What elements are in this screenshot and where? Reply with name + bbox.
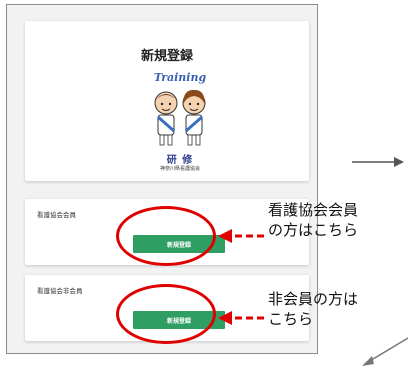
member-callout: 看護協会会員 の方はこちら bbox=[268, 200, 358, 240]
red-dashed-arrow-icon bbox=[218, 311, 264, 325]
nonmember-callout-line2: こちら bbox=[268, 310, 314, 328]
nonmember-callout: 非会員の方は こちら bbox=[268, 289, 358, 329]
member-callout-line1: 看護協会会員 bbox=[268, 201, 359, 219]
red-dashed-arrow-icon bbox=[218, 229, 264, 243]
arrow-right-icon bbox=[352, 157, 404, 167]
member-callout-line2: の方はこちら bbox=[268, 221, 359, 239]
arrow-diagonal-icon bbox=[362, 337, 408, 366]
nonmember-callout-line1: 非会員の方は bbox=[268, 290, 359, 308]
